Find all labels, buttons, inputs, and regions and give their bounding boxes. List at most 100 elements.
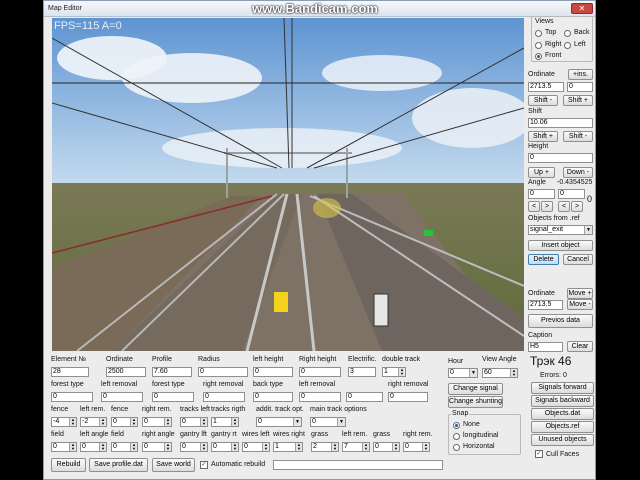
wires-right-stepper[interactable]: 1 ▲ ▼	[273, 442, 303, 452]
angle-right-button[interactable]: >	[541, 201, 553, 212]
fence-right-removal-stepper[interactable]: 0 ▲ ▼	[142, 417, 172, 427]
back-type-input[interactable]: 0	[253, 392, 293, 402]
gantry-right-stepper[interactable]: 0 ▲ ▼	[211, 442, 239, 452]
grass-right-removal-stepper[interactable]: 0 ▲ ▼	[403, 442, 430, 452]
move-plus-button[interactable]: Move +	[567, 288, 593, 299]
3d-viewport[interactable]: FPS=115 A=0	[52, 18, 524, 351]
shift-minus-button[interactable]: Shift -	[528, 95, 558, 106]
left-height-input[interactable]: 0	[253, 367, 293, 377]
back-extra-input[interactable]: 0	[346, 392, 383, 402]
cull-faces-checkbox[interactable]: ✓	[535, 450, 543, 458]
view-front-radio[interactable]	[535, 53, 542, 60]
angle-input-2[interactable]: 0	[558, 189, 585, 199]
snap-longitudinal-radio[interactable]	[453, 433, 460, 440]
stepper-arrows-icon[interactable]: ▲ ▼	[200, 443, 207, 451]
hour-select[interactable]: 0 ▼	[448, 368, 478, 378]
snap-horizontal-radio[interactable]	[453, 444, 460, 451]
stepper-arrows-icon[interactable]: ▲ ▼	[422, 443, 429, 451]
shift-plus-button-2[interactable]: Shift +	[528, 131, 558, 142]
ordinate-bottom-input[interactable]: 2500	[106, 367, 146, 377]
gantry-left-stepper[interactable]: 0 ▲ ▼	[180, 442, 208, 452]
stepper-arrows-icon[interactable]: ▲ ▼	[510, 369, 517, 377]
delete-button[interactable]: Delete	[528, 254, 559, 265]
down-button[interactable]: Down -	[563, 167, 593, 178]
up-button[interactable]: Up +	[528, 167, 555, 178]
cancel-button[interactable]: Cancel	[563, 254, 593, 265]
shift-input[interactable]: 10.06	[528, 118, 593, 128]
stepper-arrows-icon[interactable]: ▲ ▼	[200, 418, 207, 426]
view-left-radio[interactable]	[564, 42, 571, 49]
save-profile-button[interactable]: Save profile.dat	[89, 458, 148, 472]
stepper-arrows-icon[interactable]: ▲ ▼	[295, 443, 302, 451]
fence-left-removal-stepper[interactable]: -2 ▲ ▼	[80, 417, 107, 427]
grass-left-stepper[interactable]: 2 ▲ ▼	[311, 442, 339, 452]
tracks-right-stepper[interactable]: 1 ▲ ▼	[211, 417, 239, 427]
view-top-radio[interactable]	[535, 30, 542, 37]
change-signal-button[interactable]: Change signal	[448, 383, 503, 395]
stepper-arrows-icon[interactable]: ▲ ▼	[164, 418, 171, 426]
objects-select[interactable]: signal_exit ▼	[528, 225, 593, 235]
angle-input-3[interactable]: 0	[587, 194, 592, 204]
main-track-options-select[interactable]: 0 ▼	[310, 417, 346, 427]
grass-right-stepper[interactable]: 0 ▲ ▼	[373, 442, 400, 452]
objects-dat-button[interactable]: Objects.dat	[531, 408, 594, 420]
stepper-arrows-icon[interactable]: ▲ ▼	[331, 443, 338, 451]
auto-rebuild-checkbox[interactable]: ✓	[200, 461, 208, 469]
clear-button[interactable]: Clear	[567, 341, 593, 352]
double-track-stepper[interactable]: 1 ▲ ▼	[382, 367, 406, 377]
stepper-arrows-icon[interactable]: ▲ ▼	[130, 418, 137, 426]
ordinate2-input[interactable]: 2713.5	[528, 300, 563, 310]
grass-left-removal-stepper[interactable]: 7 ▲ ▼	[342, 442, 370, 452]
move-minus-button[interactable]: Move -	[567, 299, 593, 310]
tracks-left-stepper[interactable]: 0 ▲ ▼	[180, 417, 208, 427]
left-removal-input[interactable]: 0	[101, 392, 143, 402]
ordinate-input-2[interactable]: 0	[567, 82, 593, 92]
forest-type-left-input[interactable]: 0	[51, 392, 93, 402]
element-number-input[interactable]: 28	[51, 367, 89, 377]
view-right-radio[interactable]	[535, 42, 542, 49]
stepper-arrows-icon[interactable]: ▲ ▼	[99, 418, 106, 426]
ordinate-input[interactable]: 2713.5	[528, 82, 564, 92]
wires-left-stepper[interactable]: 0 ▲ ▼	[242, 442, 270, 452]
stepper-arrows-icon[interactable]: ▲ ▼	[231, 418, 238, 426]
forest-type-right-input[interactable]: 0	[152, 392, 194, 402]
field-right-stepper[interactable]: 0 ▲ ▼	[111, 442, 138, 452]
angle-input-1[interactable]: 0	[528, 189, 555, 199]
field-left-stepper[interactable]: 0 ▲ ▼	[51, 442, 77, 452]
back-left-removal-input[interactable]: 0	[299, 392, 341, 402]
caption-input[interactable]: H5	[528, 342, 563, 352]
unused-objects-button[interactable]: Unused objects	[531, 434, 594, 446]
profile-input[interactable]: 7.60	[152, 367, 192, 377]
right-height-input[interactable]: 0	[299, 367, 341, 377]
signals-forward-button[interactable]: Signals forward	[531, 382, 594, 394]
angle-left-button[interactable]: <	[528, 201, 540, 212]
fence-left-stepper[interactable]: -4 ▲ ▼	[51, 417, 77, 427]
shift-plus-button[interactable]: Shift +	[563, 95, 593, 106]
stepper-arrows-icon[interactable]: ▲ ▼	[262, 443, 269, 451]
previous-data-button[interactable]: Previos data	[528, 314, 593, 328]
signals-backward-button[interactable]: Signals backward	[531, 395, 594, 407]
left-angle-stepper[interactable]: 0 ▲ ▼	[80, 442, 107, 452]
close-button[interactable]: ✕	[571, 3, 593, 14]
right-removal-input[interactable]: 0	[203, 392, 245, 402]
back-right-removal-input[interactable]: 0	[388, 392, 428, 402]
right-angle-stepper[interactable]: 0 ▲ ▼	[142, 442, 172, 452]
stepper-arrows-icon[interactable]: ▲ ▼	[392, 443, 399, 451]
stepper-arrows-icon[interactable]: ▲ ▼	[164, 443, 171, 451]
ins-button[interactable]: +ins.	[568, 69, 593, 80]
stepper-arrows-icon[interactable]: ▲ ▼	[362, 443, 369, 451]
view-back-radio[interactable]	[564, 30, 571, 37]
view-angle-stepper[interactable]: 60 ▲ ▼	[482, 368, 518, 378]
stepper-arrows-icon[interactable]: ▲ ▼	[130, 443, 137, 451]
angle2-right-button[interactable]: >	[571, 201, 583, 212]
insert-object-button[interactable]: Insert object	[528, 240, 593, 251]
height-input[interactable]: 0	[528, 153, 593, 163]
stepper-arrows-icon[interactable]: ▲ ▼	[231, 443, 238, 451]
stepper-arrows-icon[interactable]: ▲ ▼	[99, 443, 106, 451]
objects-ref-button[interactable]: Objects.ref	[531, 421, 594, 433]
change-shunting-button[interactable]: Change shunting	[448, 396, 503, 408]
stepper-arrows-icon[interactable]: ▲ ▼	[69, 443, 76, 451]
stepper-arrows-icon[interactable]: ▲ ▼	[69, 418, 76, 426]
save-world-button[interactable]: Save world	[152, 458, 195, 472]
snap-none-radio[interactable]	[453, 422, 460, 429]
